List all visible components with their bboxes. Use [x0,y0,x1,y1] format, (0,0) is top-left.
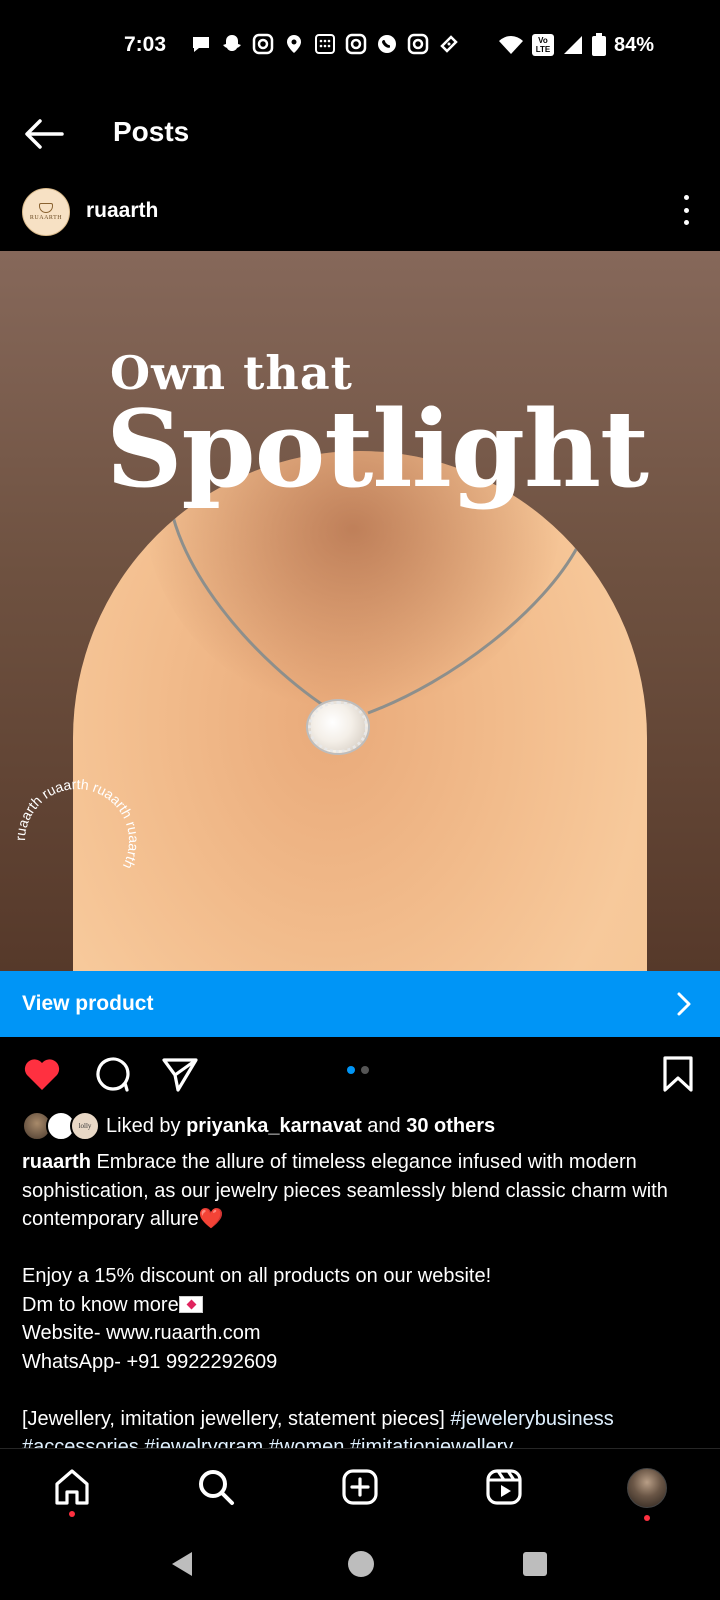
caption-username[interactable]: ruaarth [22,1151,91,1173]
model-neck-photo [73,451,647,971]
recents-square-icon[interactable] [522,1551,548,1577]
notification-icons [190,33,460,55]
search-icon[interactable] [196,1467,236,1507]
caption-dm: Dm to know more [22,1293,179,1316]
post-username[interactable]: ruaarth [86,199,158,223]
caption-discount: Enjoy a 15% discount on all products on … [22,1265,492,1287]
chevron-right-icon [677,992,691,1016]
back-arrow-icon[interactable] [22,114,66,154]
brand-stamp-logo: ruaarth ruaarth ruaarth ruaarth [12,776,142,872]
profile-notification-dot [644,1515,650,1521]
home-circle-icon[interactable] [346,1549,376,1579]
share-icon[interactable] [160,1054,200,1094]
top-app-bar: Posts [0,100,720,170]
battery-percent: 84% [613,33,654,56]
carousel-dot-active [347,1066,355,1074]
wifi-icon [498,36,523,54]
battery-icon [591,33,606,56]
whatsapp-icon [378,35,396,53]
svg-text:ruaarth ruaarth ruaarth ruaart: ruaarth ruaarth ruaarth ruaarth [12,776,142,872]
carousel-dot [361,1066,369,1074]
gem-logo-icon [39,203,53,213]
likes-row[interactable]: lolly Liked by priyanka_karnavat and 30 … [22,1108,495,1144]
more-options-icon[interactable] [676,195,696,225]
location-icon [287,35,301,53]
hashtag-links[interactable]: #accessories #jewelrygram #women #imitat… [22,1433,702,1448]
profile-avatar[interactable] [627,1468,667,1508]
headline-large: Spotlight [106,386,649,511]
pearl-pendant [308,701,368,753]
love-letter-emoji [178,1295,203,1313]
system-navigation-bar [0,1534,720,1600]
bookmark-icon[interactable] [658,1054,698,1094]
avatar-logo-text: RUAARTH [29,215,63,221]
hashtag-link[interactable]: #jewelerybusiness [450,1408,613,1430]
likes-others[interactable]: 30 others [406,1115,495,1137]
caption-keywords: [Jewellery, imitation jewellery, stateme… [22,1407,451,1430]
reels-icon[interactable] [484,1467,524,1507]
account-avatar[interactable]: RUAARTH [22,188,70,236]
bottom-navigation [0,1448,720,1534]
likes-text: Liked by priyanka_karnavat and 30 others [106,1114,496,1137]
create-post-icon[interactable] [340,1467,380,1507]
liker-avatars: lolly [22,1111,102,1141]
status-bar: 7:03 Vo LTE 84% [0,0,720,90]
instagram-icon [252,33,274,55]
home-notification-dot [69,1511,75,1517]
snapchat-icon [223,35,241,51]
chat-icon [193,37,209,52]
heart-emoji: ❤️ [198,1208,224,1230]
ticket-icon [440,35,458,53]
page-title: Posts [113,116,190,147]
liker-username[interactable]: priyanka_karnavat [186,1115,362,1137]
heart-filled-icon[interactable] [22,1054,62,1094]
volte-icon: Vo LTE [531,34,554,56]
status-time: 7:03 [124,33,167,56]
signal-icon [563,36,582,54]
post-actions [0,1050,720,1100]
instagram-icon [407,33,429,55]
home-icon[interactable] [52,1467,92,1507]
comment-icon[interactable] [92,1054,132,1094]
view-product-label: View product [22,992,154,1015]
view-product-button[interactable]: View product [0,971,720,1037]
caption-website: Website- www.ruaarth.com [22,1322,261,1344]
caption-text: Embrace the allure of timeless elegance … [22,1151,668,1230]
carousel-indicator [347,1066,369,1074]
post-caption: ruaarth Embrace the allure of timeless e… [22,1148,702,1448]
post-image[interactable]: Own that Spotlight ruaarth ruaarth ruaar… [0,251,720,971]
liker-avatar: lolly [70,1111,100,1141]
system-status: Vo LTE 84% [498,33,654,57]
caption-whatsapp: WhatsApp- +91 9922292609 [22,1350,278,1373]
instagram-icon [345,33,367,55]
back-triangle-icon[interactable] [168,1549,198,1579]
post-header: RUAARTH ruaarth [0,185,720,241]
calculator-icon [315,34,335,54]
